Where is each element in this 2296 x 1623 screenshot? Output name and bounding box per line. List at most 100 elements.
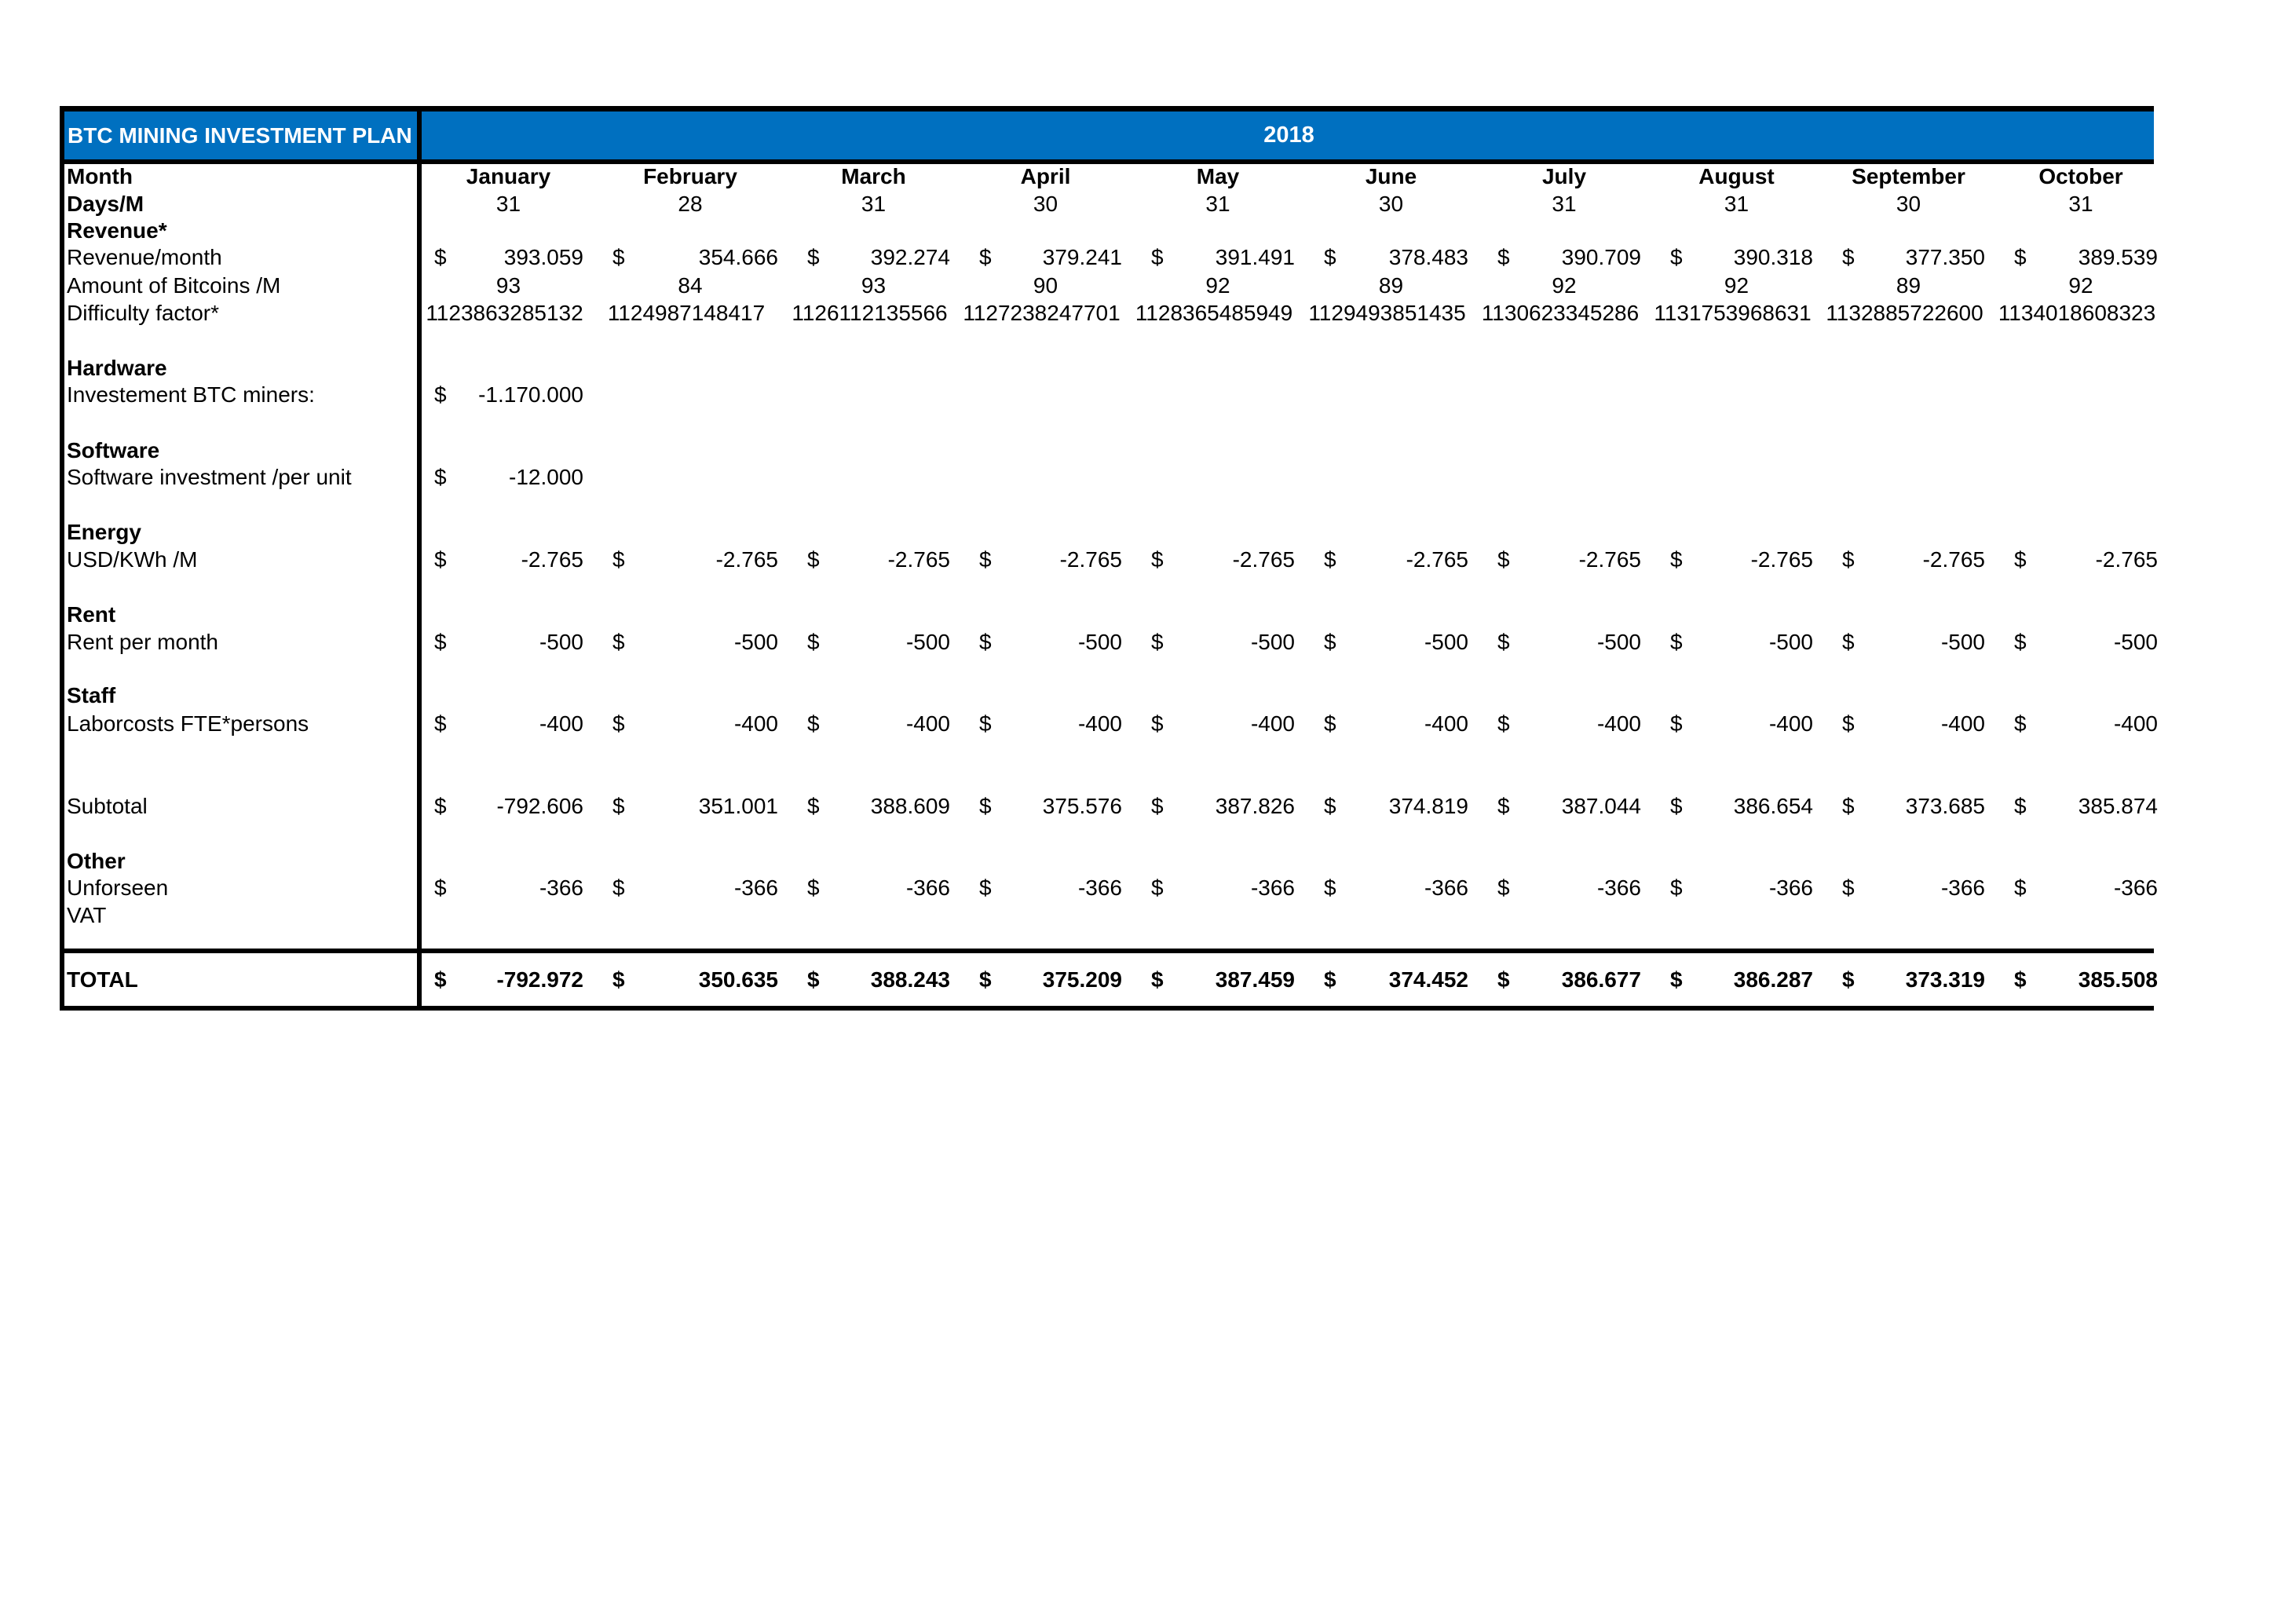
revenue-cell: 393.059 [503, 245, 583, 269]
subtotal-cell: 351.001 [698, 794, 778, 818]
row-label-revenue: Revenue/month [67, 245, 222, 269]
rent-cell: -500 [539, 630, 583, 654]
staff-cell: -400 [1768, 711, 1813, 736]
revenue-cell: 377.350 [1905, 245, 1985, 269]
subtotal-cell: -792.606 [496, 794, 583, 818]
difficulty-cell: 1134018608323 [1998, 301, 2156, 325]
bitcoins-cell: 93 [495, 273, 521, 298]
difficulty-cell: 1131753968631 [1654, 301, 1812, 325]
revenue-cell: 390.709 [1561, 245, 1641, 269]
rent-cell: -500 [2113, 630, 2158, 654]
total-cell: 350.635 [698, 967, 778, 992]
month-header: October [2038, 164, 2123, 188]
revenue-cell: 378.483 [1388, 245, 1468, 269]
total-cell: 387.459 [1215, 967, 1295, 992]
month-header: May [1196, 164, 1240, 188]
label-column-divider [417, 106, 422, 1011]
rent-cell: -500 [1596, 630, 1641, 654]
total-cell: -792.972 [496, 967, 583, 992]
bitcoins-cell: 89 [1378, 273, 1404, 298]
section-other: Other [67, 849, 126, 873]
bitcoins-cell: 92 [2068, 273, 2093, 298]
unforseen-cell: -366 [733, 875, 778, 900]
row-label-month: Month [67, 164, 133, 188]
hardware-cell: -1.170.000 [478, 382, 583, 407]
energy-cell: -2.765 [521, 547, 583, 572]
bitcoins-cell: 93 [861, 273, 887, 298]
total-cell: 388.243 [870, 967, 950, 992]
days-cell: 30 [1033, 192, 1058, 216]
total-top-border [60, 949, 2154, 953]
bitcoins-cell: 84 [678, 273, 703, 298]
energy-cell: -2.765 [1922, 547, 1985, 572]
energy-cell: -2.765 [2095, 547, 2158, 572]
unforseen-cell: -366 [539, 875, 583, 900]
month-header: April [1020, 164, 1071, 188]
revenue-cell: 390.318 [1733, 245, 1813, 269]
staff-cell: -400 [539, 711, 583, 736]
table-left-border [60, 106, 64, 1011]
month-header: January [466, 164, 551, 188]
days-cell: 31 [1724, 192, 1749, 216]
section-hardware: Hardware [67, 356, 167, 380]
energy-cell: -2.765 [1059, 547, 1122, 572]
total-cell: 386.287 [1733, 967, 1813, 992]
days-cell: 31 [495, 192, 521, 216]
software-cell: -12.000 [509, 465, 583, 489]
revenue-cell: 391.491 [1215, 245, 1295, 269]
staff-cell: -400 [905, 711, 950, 736]
staff-cell: -400 [1596, 711, 1641, 736]
unforseen-cell: -366 [1768, 875, 1813, 900]
unforseen-cell: -366 [905, 875, 950, 900]
investment-plan-sheet: BTC MINING INVESTMENT PLAN 2018 Month Da… [0, 0, 2296, 1623]
unforseen-cell: -366 [1940, 875, 1985, 900]
rent-cell: -500 [1424, 630, 1468, 654]
year-heading: 2018 [1263, 122, 1314, 148]
revenue-cell: 389.539 [2078, 245, 2158, 269]
row-label-difficulty: Difficulty factor* [67, 301, 219, 325]
difficulty-cell: 1128365485949 [1135, 301, 1293, 325]
days-cell: 31 [1205, 192, 1230, 216]
row-label-unforseen: Unforseen [67, 875, 169, 900]
unforseen-cell: -366 [1077, 875, 1122, 900]
row-label-software: Software investment /per unit [67, 465, 352, 489]
days-cell: 30 [1896, 192, 1921, 216]
revenue-cell: 354.666 [698, 245, 778, 269]
difficulty-cell: 1129493851435 [1308, 301, 1466, 325]
total-cell: 375.209 [1042, 967, 1122, 992]
table-top-border [60, 106, 2154, 111]
bitcoins-cell: 90 [1033, 273, 1058, 298]
energy-cell: -2.765 [1406, 547, 1468, 572]
month-header: March [841, 164, 906, 188]
revenue-cell: 392.274 [870, 245, 950, 269]
row-label-days: Days/M [67, 192, 144, 216]
staff-cell: -400 [1940, 711, 1985, 736]
total-cell: 374.452 [1388, 967, 1468, 992]
month-header: August [1698, 164, 1775, 188]
rent-cell: -500 [1250, 630, 1295, 654]
subtotal-cell: 387.044 [1561, 794, 1641, 818]
subtotal-cell: 385.874 [2078, 794, 2158, 818]
subtotal-cell: 387.826 [1215, 794, 1295, 818]
subtotal-cell: 375.576 [1042, 794, 1122, 818]
unforseen-cell: -366 [2113, 875, 2158, 900]
energy-cell: -2.765 [1750, 547, 1813, 572]
month-header: February [643, 164, 737, 188]
subtotal-cell: 373.685 [1905, 794, 1985, 818]
difficulty-cell: 1127238247701 [963, 301, 1121, 325]
month-header: June [1365, 164, 1417, 188]
section-staff: Staff [67, 683, 116, 707]
difficulty-cell: 1124987148417 [607, 301, 766, 325]
month-header: September [1852, 164, 1965, 188]
difficulty-cell: 1132885722600 [1826, 301, 1983, 325]
rent-cell: -500 [733, 630, 778, 654]
days-cell: 31 [2068, 192, 2093, 216]
subtotal-cell: 388.609 [870, 794, 950, 818]
row-label-rent: Rent per month [67, 630, 218, 654]
unforseen-cell: -366 [1596, 875, 1641, 900]
rent-cell: -500 [905, 630, 950, 654]
staff-cell: -400 [733, 711, 778, 736]
row-label-subtotal: Subtotal [67, 794, 148, 818]
days-cell: 31 [861, 192, 887, 216]
total-cell: 385.508 [2078, 967, 2158, 992]
